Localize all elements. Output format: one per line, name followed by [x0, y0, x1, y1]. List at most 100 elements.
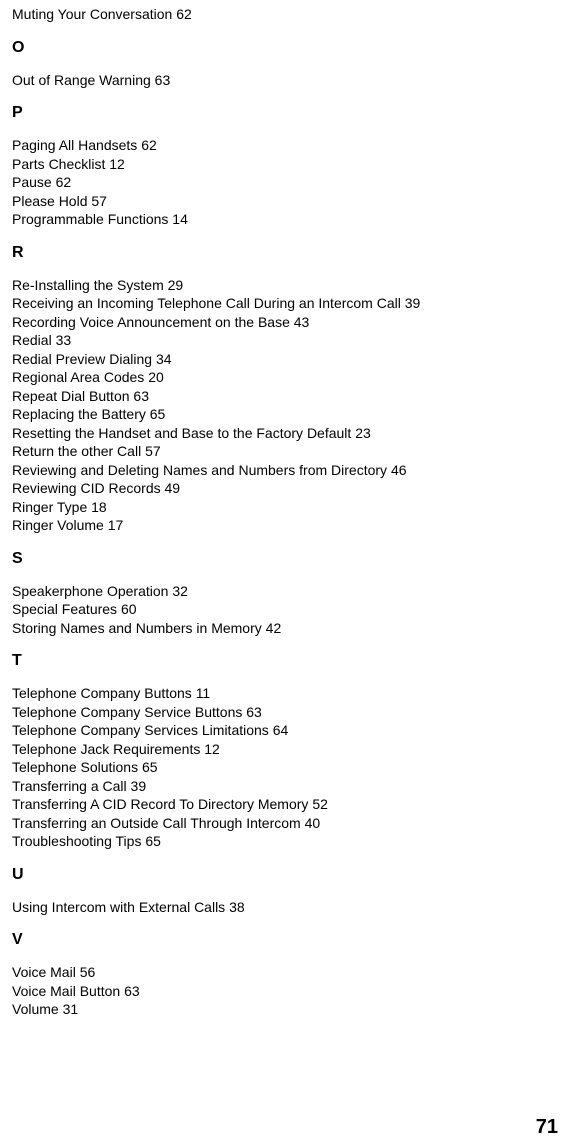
index-entry-text: Volume: [12, 1001, 59, 1017]
index-entry: Return the other Call 57: [12, 443, 552, 461]
index-entry: Muting Your Conversation 62: [12, 6, 552, 24]
index-entry: Telephone Company Buttons 11: [12, 685, 552, 703]
index-entry-page: 38: [229, 899, 245, 915]
index-entry-page: 12: [204, 741, 220, 757]
index-entry-text: Transferring A CID Record To Directory M…: [12, 796, 308, 812]
index-entry-page: 33: [56, 332, 72, 348]
index-group: Re-Installing the System 29Receiving an …: [12, 277, 552, 535]
index-entry-page: 20: [148, 369, 164, 385]
index-group: Speakerphone Operation 32Special Feature…: [12, 583, 552, 638]
index-entry: Please Hold 57: [12, 193, 552, 211]
index-entry-page: 56: [80, 964, 96, 980]
index-entry: Transferring A CID Record To Directory M…: [12, 796, 552, 814]
section-letter: T: [12, 651, 552, 671]
index-entry-page: 63: [246, 704, 262, 720]
index-entry-page: 63: [155, 72, 171, 88]
index-entry: Troubleshooting Tips 65: [12, 833, 552, 851]
index-entry: Parts Checklist 12: [12, 156, 552, 174]
index-entry-text: Repeat Dial Button: [12, 388, 130, 404]
index-entry-page: 14: [172, 211, 188, 227]
index-group: Out of Range Warning 63: [12, 72, 552, 90]
index-page: Muting Your Conversation 62 O Out of Range…: [0, 0, 564, 1019]
index-entry-text: Re-Installing the System: [12, 277, 164, 293]
section-letter: O: [12, 38, 552, 58]
index-entry-text: Telephone Company Buttons: [12, 685, 192, 701]
index-entry: Redial 33: [12, 332, 552, 350]
index-entry: Ringer Volume 17: [12, 517, 552, 535]
index-entry-text: Voice Mail: [12, 964, 76, 980]
index-entry: Regional Area Codes 20: [12, 369, 552, 387]
index-entry-text: Reviewing and Deleting Names and Numbers…: [12, 462, 387, 478]
index-entry-text: Storing Names and Numbers in Memory: [12, 620, 262, 636]
index-entry-text: Muting Your Conversation: [12, 6, 172, 22]
index-entry-page: 64: [273, 722, 289, 738]
index-entry-page: 62: [56, 174, 72, 190]
section-letter: S: [12, 549, 552, 569]
index-entry: Volume 31: [12, 1001, 552, 1019]
index-entry-page: 29: [168, 277, 184, 293]
index-entry: Re-Installing the System 29: [12, 277, 552, 295]
index-entry: Paging All Handsets 62: [12, 137, 552, 155]
index-entry: Out of Range Warning 63: [12, 72, 552, 90]
index-entry: Transferring an Outside Call Through Int…: [12, 815, 552, 833]
index-entry: Repeat Dial Button 63: [12, 388, 552, 406]
index-entry-text: Transferring an Outside Call Through Int…: [12, 815, 301, 831]
page-number: 71: [536, 1116, 558, 1139]
index-entry-text: Special Features: [12, 601, 117, 617]
index-entry-text: Regional Area Codes: [12, 369, 144, 385]
index-entry-page: 39: [405, 295, 421, 311]
section-letter: U: [12, 865, 552, 885]
index-entry: Transferring a Call 39: [12, 778, 552, 796]
index-entry: Storing Names and Numbers in Memory 42: [12, 620, 552, 638]
index-entry-page: 62: [141, 137, 157, 153]
index-entry-page: 43: [294, 314, 310, 330]
index-entry: Telephone Jack Requirements 12: [12, 741, 552, 759]
index-entry-page: 65: [142, 759, 158, 775]
index-entry-page: 12: [109, 156, 125, 172]
index-entry-page: 18: [91, 499, 107, 515]
index-entry-text: Parts Checklist: [12, 156, 105, 172]
index-entry-text: Replacing the Battery: [12, 406, 146, 422]
index-group: Telephone Company Buttons 11Telephone Co…: [12, 685, 552, 851]
index-entry: Speakerphone Operation 32: [12, 583, 552, 601]
index-group: Muting Your Conversation 62: [12, 6, 552, 24]
index-entry-page: 32: [172, 583, 188, 599]
index-entry-text: Telephone Company Services Limitations: [12, 722, 269, 738]
index-entry-text: Telephone Jack Requirements: [12, 741, 200, 757]
index-entry: Special Features 60: [12, 601, 552, 619]
index-entry-text: Recording Voice Announcement on the Base: [12, 314, 290, 330]
index-entry-text: Receiving an Incoming Telephone Call Dur…: [12, 295, 401, 311]
index-entry-text: Programmable Functions: [12, 211, 168, 227]
index-entry-page: 34: [156, 351, 172, 367]
index-entry: Voice Mail Button 63: [12, 983, 552, 1001]
index-entry-page: 42: [266, 620, 282, 636]
index-entry-text: Telephone Company Service Buttons: [12, 704, 242, 720]
index-entry-text: Ringer Type: [12, 499, 87, 515]
index-entry-page: 17: [108, 517, 124, 533]
index-entry-text: Pause: [12, 174, 52, 190]
index-group: Using Intercom with External Calls 38: [12, 899, 552, 917]
section-letter: V: [12, 930, 552, 950]
index-entry-text: Return the other Call: [12, 443, 141, 459]
index-entry-text: Troubleshooting Tips: [12, 833, 141, 849]
index-entry: Telephone Company Services Limitations 6…: [12, 722, 552, 740]
index-entry-text: Redial Preview Dialing: [12, 351, 152, 367]
index-entry: Telephone Solutions 65: [12, 759, 552, 777]
section-letter: P: [12, 103, 552, 123]
index-entry-text: Ringer Volume: [12, 517, 104, 533]
index-entry: Resetting the Handset and Base to the Fa…: [12, 425, 552, 443]
index-entry-text: Paging All Handsets: [12, 137, 137, 153]
index-entry-text: Transferring a Call: [12, 778, 127, 794]
index-entry-page: 62: [176, 6, 192, 22]
section-letter: R: [12, 243, 552, 263]
index-entry-page: 23: [355, 425, 371, 441]
index-group: Paging All Handsets 62Parts Checklist 12…: [12, 137, 552, 229]
index-entry-text: Voice Mail Button: [12, 983, 120, 999]
index-entry-text: Redial: [12, 332, 52, 348]
index-entry-page: 46: [391, 462, 407, 478]
index-entry-text: Please Hold: [12, 193, 88, 209]
index-entry-page: 40: [305, 815, 321, 831]
index-entry: Using Intercom with External Calls 38: [12, 899, 552, 917]
index-entry-text: Out of Range Warning: [12, 72, 151, 88]
index-entry-text: Speakerphone Operation: [12, 583, 168, 599]
